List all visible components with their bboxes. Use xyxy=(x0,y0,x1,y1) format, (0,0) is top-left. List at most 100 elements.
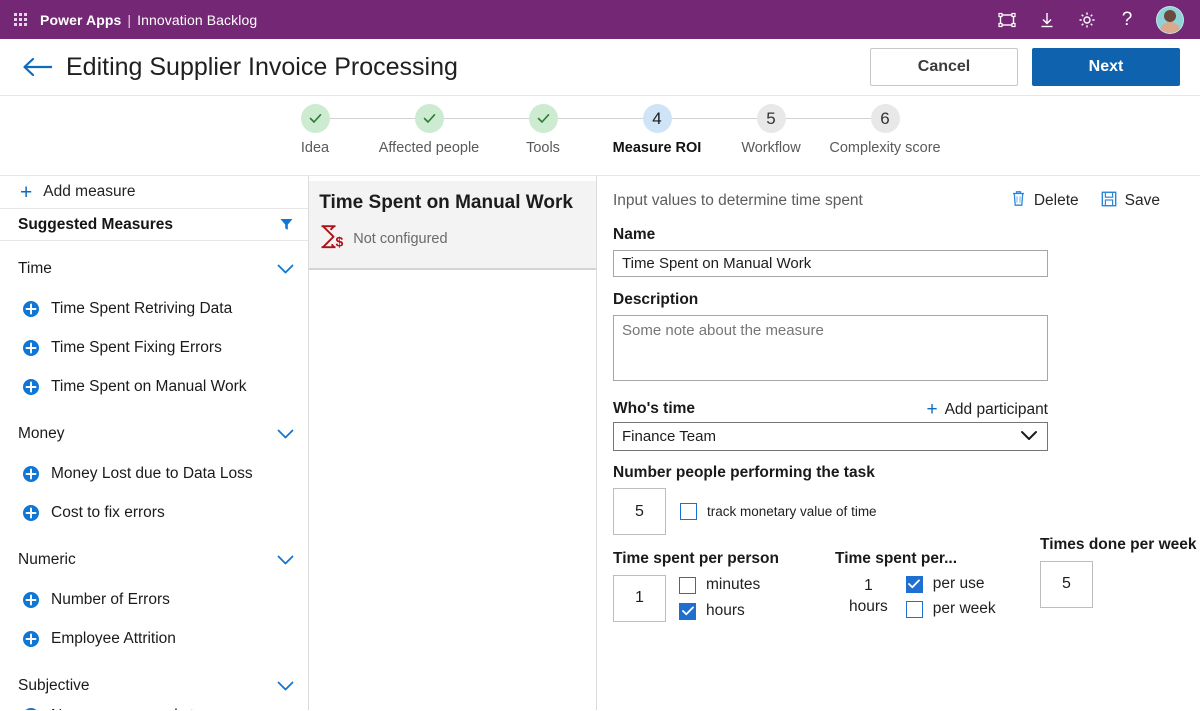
svg-text:$: $ xyxy=(336,233,344,249)
chevron-down-icon[interactable] xyxy=(277,555,294,566)
step-label-4: Measure ROI xyxy=(613,140,702,157)
list-item[interactable]: Cost to fix errors xyxy=(0,493,308,532)
help-glyph: ? xyxy=(1122,10,1133,29)
list-item[interactable]: Time Spent Fixing Errors xyxy=(0,328,308,367)
add-circle-icon[interactable] xyxy=(22,300,40,318)
add-circle-icon[interactable] xyxy=(22,378,40,396)
sidebar-group-time[interactable]: Time xyxy=(0,249,308,289)
time-spent-per-block: Time spent per... 1 hours per use xyxy=(835,549,1040,621)
cancel-button[interactable]: Cancel xyxy=(870,48,1018,86)
participant-select[interactable]: Finance Team xyxy=(613,422,1048,451)
stepper-step-idea[interactable]: Idea xyxy=(258,104,372,157)
name-input[interactable] xyxy=(613,250,1048,277)
help-icon[interactable]: ? xyxy=(1116,9,1138,31)
track-monetary-row[interactable]: track monetary value of time xyxy=(680,503,877,520)
sidebar-group-numeric[interactable]: Numeric xyxy=(0,540,308,580)
list-item-label: Money Lost due to Data Loss xyxy=(51,465,253,483)
stepper-step-tools[interactable]: Tools xyxy=(486,104,600,157)
step-label-3: Tools xyxy=(526,140,560,157)
fit-to-screen-icon[interactable] xyxy=(996,9,1018,31)
measure-detail-panel: Input values to determine time spent Del… xyxy=(597,176,1200,710)
save-button[interactable]: Save xyxy=(1101,191,1160,212)
step-bubble-2 xyxy=(415,104,444,133)
measure-card-status-row: $ Not configured xyxy=(319,224,582,255)
add-circle-icon[interactable] xyxy=(22,591,40,609)
minutes-checkbox[interactable] xyxy=(679,577,696,594)
group-label: Money xyxy=(18,425,65,443)
list-item[interactable]: Employee Attrition xyxy=(0,619,308,658)
description-textarea[interactable] xyxy=(613,315,1048,381)
chevron-down-icon[interactable] xyxy=(277,264,294,275)
add-participant-button[interactable]: + Add participant xyxy=(926,400,1048,422)
time-unit-options: minutes hours xyxy=(679,576,760,620)
back-arrow-icon[interactable] xyxy=(16,50,60,84)
group-label: Subjective xyxy=(18,677,90,695)
settings-gear-icon[interactable] xyxy=(1076,9,1098,31)
add-circle-icon[interactable] xyxy=(22,339,40,357)
times-done-input[interactable]: 5 xyxy=(1040,561,1093,608)
time-spent-per-body: 1 hours per use xyxy=(835,575,1040,619)
per-week-option[interactable]: per week xyxy=(906,600,996,619)
chevron-down-icon[interactable] xyxy=(277,429,294,440)
add-participant-label: Add participant xyxy=(945,401,1048,419)
times-done-label: Times done per week xyxy=(1040,535,1200,554)
minutes-label: minutes xyxy=(706,576,760,595)
step-label-5: Workflow xyxy=(741,140,800,157)
per-week-checkbox[interactable] xyxy=(906,601,923,618)
filter-funnel-icon[interactable] xyxy=(279,217,294,232)
check-icon xyxy=(422,111,437,126)
time-spent-per-value: 1 hours xyxy=(849,576,888,618)
list-item[interactable]: Time Spent Retriving Data xyxy=(0,289,308,328)
step-label-2: Affected people xyxy=(379,140,480,157)
list-item-label: Cost to fix errors xyxy=(51,504,165,522)
number-people-input[interactable]: 5 xyxy=(613,488,666,535)
check-icon xyxy=(308,111,323,126)
add-measure-button[interactable]: + Add measure xyxy=(0,176,308,209)
hours-checkbox[interactable] xyxy=(679,603,696,620)
per-use-checkbox[interactable] xyxy=(906,576,923,593)
track-monetary-checkbox[interactable] xyxy=(680,503,697,520)
save-disk-icon xyxy=(1101,191,1117,212)
delete-label: Delete xyxy=(1034,192,1079,210)
add-circle-icon[interactable] xyxy=(22,504,40,522)
app-launcher-icon[interactable] xyxy=(0,0,40,39)
times-done-block: Times done per week 5 xyxy=(1040,535,1200,621)
brand-separator: | xyxy=(121,12,137,28)
time-per-person-input[interactable]: 1 xyxy=(613,575,666,622)
measure-card[interactable]: Time Spent on Manual Work $ Not xyxy=(309,181,596,270)
suite-bar: Power Apps|Innovation Backlog ? xyxy=(0,0,1200,39)
hours-option[interactable]: hours xyxy=(679,602,760,621)
add-circle-icon[interactable] xyxy=(22,465,40,483)
download-icon[interactable] xyxy=(1036,9,1058,31)
per-use-option[interactable]: per use xyxy=(906,575,996,594)
add-circle-icon[interactable] xyxy=(22,707,40,711)
user-avatar[interactable] xyxy=(1156,6,1184,34)
chevron-down-icon[interactable] xyxy=(277,681,294,692)
add-circle-icon[interactable] xyxy=(22,630,40,648)
check-icon xyxy=(908,579,920,589)
list-item-label: Time Spent Retriving Data xyxy=(51,300,232,318)
suite-brand[interactable]: Power Apps|Innovation Backlog xyxy=(40,12,257,28)
list-item-label: Time Spent Fixing Errors xyxy=(51,339,222,357)
sidebar-group-money[interactable]: Money xyxy=(0,414,308,454)
plus-icon: + xyxy=(20,182,32,203)
step-label-6: Complexity score xyxy=(829,140,940,157)
stepper-step-workflow[interactable]: 5 Workflow xyxy=(714,104,828,157)
time-inputs-row: Time spent per person 1 minutes xyxy=(613,549,1200,621)
list-item[interactable]: Money Lost due to Data Loss xyxy=(0,454,308,493)
list-item[interactable]: Numerous manual steps xyxy=(0,696,308,710)
step-bubble-4: 4 xyxy=(643,104,672,133)
stepper-step-measure-roi[interactable]: 4 Measure ROI xyxy=(600,104,714,157)
minutes-option[interactable]: minutes xyxy=(679,576,760,595)
step-connector xyxy=(543,118,657,119)
measures-sidebar: + Add measure Suggested Measures Time Ti… xyxy=(0,176,309,710)
stepper-step-complexity-score[interactable]: 6 Complexity score xyxy=(828,104,942,157)
list-item[interactable]: Time Spent on Manual Work xyxy=(0,367,308,406)
list-item[interactable]: Number of Errors xyxy=(0,580,308,619)
list-item-label: Employee Attrition xyxy=(51,630,176,648)
detail-header: Input values to determine time spent Del… xyxy=(613,190,1200,212)
frequency-options: per use per week xyxy=(906,575,996,619)
delete-button[interactable]: Delete xyxy=(1011,190,1079,212)
stepper-step-affected-people[interactable]: Affected people xyxy=(372,104,486,157)
next-button[interactable]: Next xyxy=(1032,48,1180,86)
